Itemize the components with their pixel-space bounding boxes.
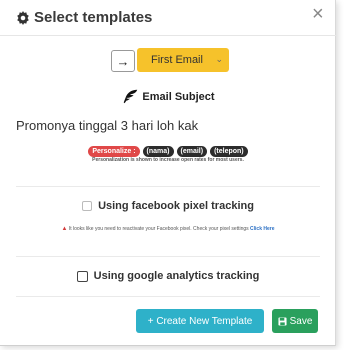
subject-input[interactable]: Promonya tinggal 3 hari loh kak bbox=[16, 118, 198, 133]
facebook-checkbox[interactable] bbox=[82, 201, 93, 211]
facebook-warning: ▲ It looks like you need to reactivate y… bbox=[0, 226, 336, 232]
close-icon[interactable]: × bbox=[312, 4, 324, 24]
template-select[interactable]: First Email ⌄ bbox=[137, 48, 229, 72]
chevron-down-icon: ⌄ bbox=[215, 54, 223, 64]
personalize-hint: Personalization is shown to increase ope… bbox=[92, 157, 244, 163]
divider bbox=[16, 296, 320, 297]
arrow-right-icon[interactable]: → bbox=[111, 50, 135, 72]
warning-icon: ▲ bbox=[61, 226, 68, 232]
save-label: Save bbox=[289, 315, 313, 327]
google-label: Using google analytics tracking bbox=[93, 270, 260, 282]
select-templates-modal: Select templates × → First Email ⌄ Email… bbox=[0, 0, 336, 346]
chip-email[interactable]: (email) bbox=[176, 146, 208, 157]
gear-icon bbox=[17, 11, 29, 25]
subject-label: Email Subject bbox=[142, 91, 215, 103]
template-select-value: First Email bbox=[151, 54, 203, 66]
divider bbox=[16, 256, 320, 257]
save-icon bbox=[278, 316, 287, 326]
feather-icon bbox=[124, 89, 138, 104]
facebook-warning-text: It looks like you need to reactivate you… bbox=[68, 226, 249, 232]
click-here-link[interactable]: Click Here bbox=[250, 226, 274, 232]
modal-title: Select templates bbox=[34, 9, 153, 26]
subject-heading: Email Subject bbox=[0, 86, 336, 108]
google-option[interactable]: Using google analytics tracking bbox=[0, 270, 336, 282]
facebook-option[interactable]: Using facebook pixel tracking bbox=[0, 200, 336, 212]
personalize-label: Personalize : bbox=[88, 146, 140, 157]
modal-header: Select templates × bbox=[0, 0, 336, 36]
create-template-button[interactable]: + Create New Template bbox=[136, 309, 264, 333]
chip-telepon[interactable]: (telepon) bbox=[210, 146, 248, 157]
personalize-chips: Personalize : (nama) (email) (telepon) bbox=[0, 146, 336, 157]
chip-nama[interactable]: (nama) bbox=[142, 146, 174, 157]
facebook-label: Using facebook pixel tracking bbox=[98, 200, 254, 212]
save-button[interactable]: Save bbox=[272, 309, 318, 333]
google-checkbox[interactable] bbox=[76, 270, 88, 282]
divider bbox=[16, 186, 320, 187]
